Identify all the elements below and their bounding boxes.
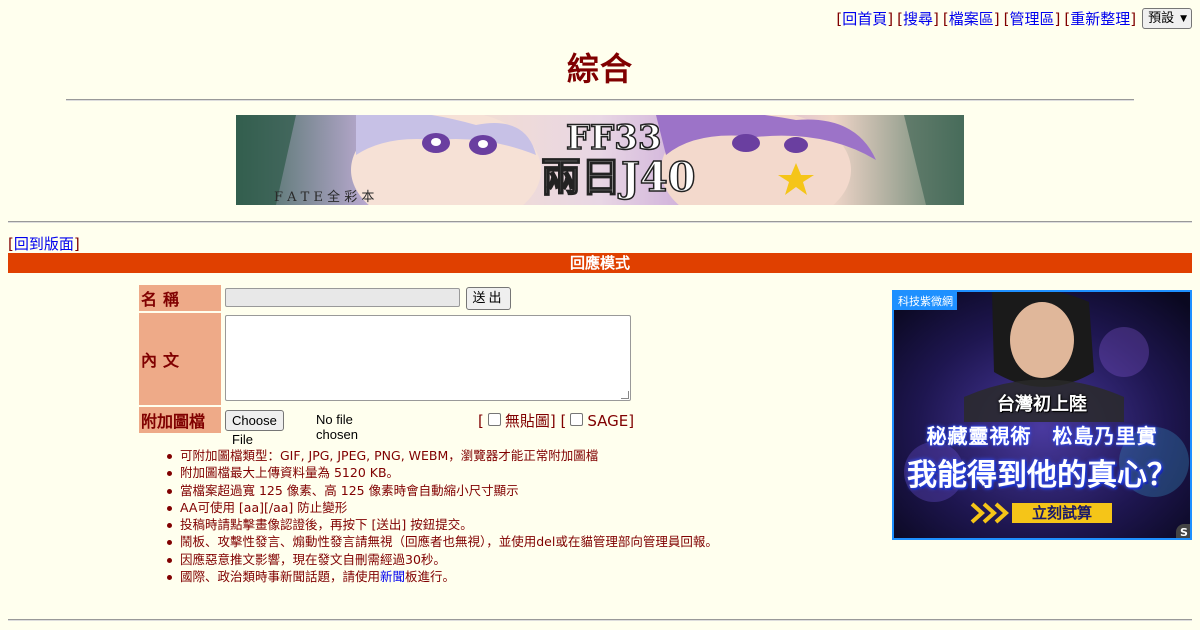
nav-archive-link[interactable]: 檔案區 [949,10,994,28]
nav-search-link[interactable]: 搜尋 [903,10,933,28]
ad-cta-button[interactable]: 立刻試算 [1012,503,1112,523]
divider [66,99,1134,101]
nav-admin-link[interactable]: 管理區 [1009,10,1054,28]
rule-item: 附加圖檔最大上傳資料量為 5120 KB。 [167,464,718,481]
post-options: [ 無貼圖 ] [ SAGE ] [478,410,634,431]
ad-headline-1: 台灣初上陸 [997,394,1087,415]
board-banner[interactable]: FF33 兩日J40 F A T E 全 彩 本 [236,115,964,205]
top-nav: [回首頁] [搜尋] [檔案區] [管理區] [重新整理] 預設 ▼ [836,8,1192,29]
rule-item: AA可使用 [aa][/aa] 防止變形 [167,499,718,516]
rule-item: 鬧板、攻擊性發言、煽動性發言請無視（回應者也無視），並使用del或在貓管理部向管… [167,534,718,550]
file-status: No file chosen [316,412,358,442]
divider [8,619,1192,621]
banner-text-sub: 兩日J40 [541,154,696,201]
name-input[interactable] [225,288,460,307]
rule-item: 當檔案超過寬 125 像素、高 125 像素時會自動縮小尺寸顯示 [167,482,718,499]
rule-item: 可附加圖檔類型：GIF, JPG, JPEG, PNG, WEBM，瀏覽器才能正… [167,447,718,464]
back-to-board: [回到版面] [8,235,80,253]
banner-text-main: FF33 [566,118,662,158]
page-title: 綜合 [566,50,633,88]
bracket-close: ] [628,411,635,430]
no-image-label: 無貼圖 [504,412,550,430]
rule-text: 板進行。 [405,569,456,585]
name-row: 名稱 [139,285,221,311]
style-select-value: 預設 [1148,11,1175,26]
banner-text-fate: F A T E 全 彩 本 [274,189,374,205]
nav-search: [搜尋] [897,10,939,28]
posting-rules: 可附加圖檔類型：GIF, JPG, JPEG, PNG, WEBM，瀏覽器才能正… [167,447,718,585]
body-label: 內文 [139,313,221,405]
back-to-board-link[interactable]: 回到版面 [14,235,74,253]
banner-image: FF33 兩日J40 F A T E 全 彩 本 [236,115,964,205]
sage-label: SAGE [587,411,629,430]
body-row: 內文 [139,313,221,405]
chevron-down-icon: ▼ [1180,14,1187,24]
body-textarea[interactable] [225,315,631,401]
sage-checkbox[interactable] [570,413,584,426]
ad-headline-2: 秘藏靈視術 松島乃里實 [926,424,1158,448]
reply-mode-bar: 回應模式 [8,253,1192,273]
style-select[interactable]: 預設 ▼ [1142,8,1192,29]
bracket-close: ] [ [549,411,567,430]
ad-headline-3: 我能得到他的真心？ [907,458,1177,493]
nav-home-link[interactable]: 回首頁 [842,10,887,28]
divider [8,221,1192,223]
file-row: 附加圖檔 [139,407,221,433]
nav-home: [回首頁] [836,10,894,28]
send-button[interactable]: 送出 [466,287,511,310]
choose-file-button[interactable]: Choose File [225,410,284,447]
ad-tag: 科技紫微網 [894,292,957,310]
rule-text: 國際、政治類時事新聞話題，請使用 [180,569,381,585]
rule-item: 國際、政治類時事新聞話題，請使用新聞板進行。 [167,568,718,585]
rule-item: 投稿時請點擊畫像認證後，再按下 [送出] 按鈕提交。 [167,516,718,533]
ad-badge-icon[interactable]: S [1176,524,1190,538]
news-board-link[interactable]: 新聞 [380,569,405,584]
bracket-open: [ [478,411,484,430]
nav-refresh: [重新整理] [1064,10,1137,28]
file-label: 附加圖檔 [139,407,221,433]
nav-archive: [檔案區] [942,10,1000,28]
no-image-checkbox[interactable] [487,413,501,426]
resize-grip-icon[interactable] [621,391,629,399]
nav-admin: [管理區] [1003,10,1061,28]
rule-item: 因應惡意推文影響，現在發文自刪需經過30秒。 [167,551,718,568]
nav-refresh-link[interactable]: 重新整理 [1070,10,1130,28]
name-label: 名稱 [139,285,221,311]
advertisement[interactable]: 科技紫微網 台灣初上陸 秘藏靈視術 松島乃里實 我能得到他的真心？ 立刻試算 S [892,290,1192,540]
